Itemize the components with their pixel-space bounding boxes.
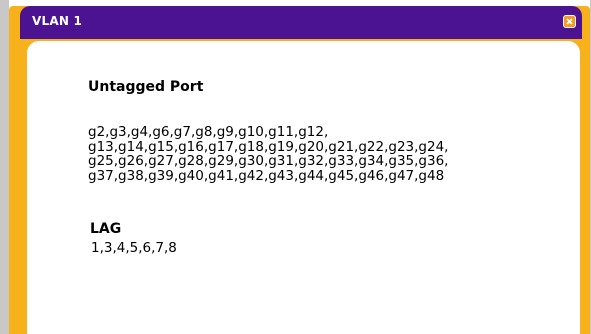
dialog-titlebar[interactable]: VLAN 1 [20,6,582,39]
untagged-port-heading: Untagged Port [88,79,204,95]
untagged-port-list: g2,g3,g4,g6,g7,g8,g9,g10,g11,g12, g13,g1… [88,125,568,183]
dialog-content: Untagged Port g2,g3,g4,g6,g7,g8,g9,g10,g… [27,41,580,334]
dialog-title: VLAN 1 [32,14,82,28]
port-list-line: g2,g3,g4,g6,g7,g8,g9,g10,g11,g12, [88,124,329,140]
close-button[interactable] [563,15,576,28]
lag-values: 1,3,4,5,6,7,8 [91,240,177,256]
port-list-line: g25,g26,g27,g28,g29,g30,g31,g32,g33,g34,… [88,153,449,169]
background-left [0,0,9,334]
close-icon [566,18,573,25]
page: VLAN 1 Untagged Port g2,g3,g4,g6,g7,g8,g… [0,0,591,334]
lag-heading: LAG [90,221,122,237]
port-list-line: g13,g14,g15,g16,g17,g18,g19,g20,g21,g22,… [88,138,449,155]
port-list-line: g37,g38,g39,g40,g41,g42,g43,g44,g45,g46,… [88,167,445,184]
